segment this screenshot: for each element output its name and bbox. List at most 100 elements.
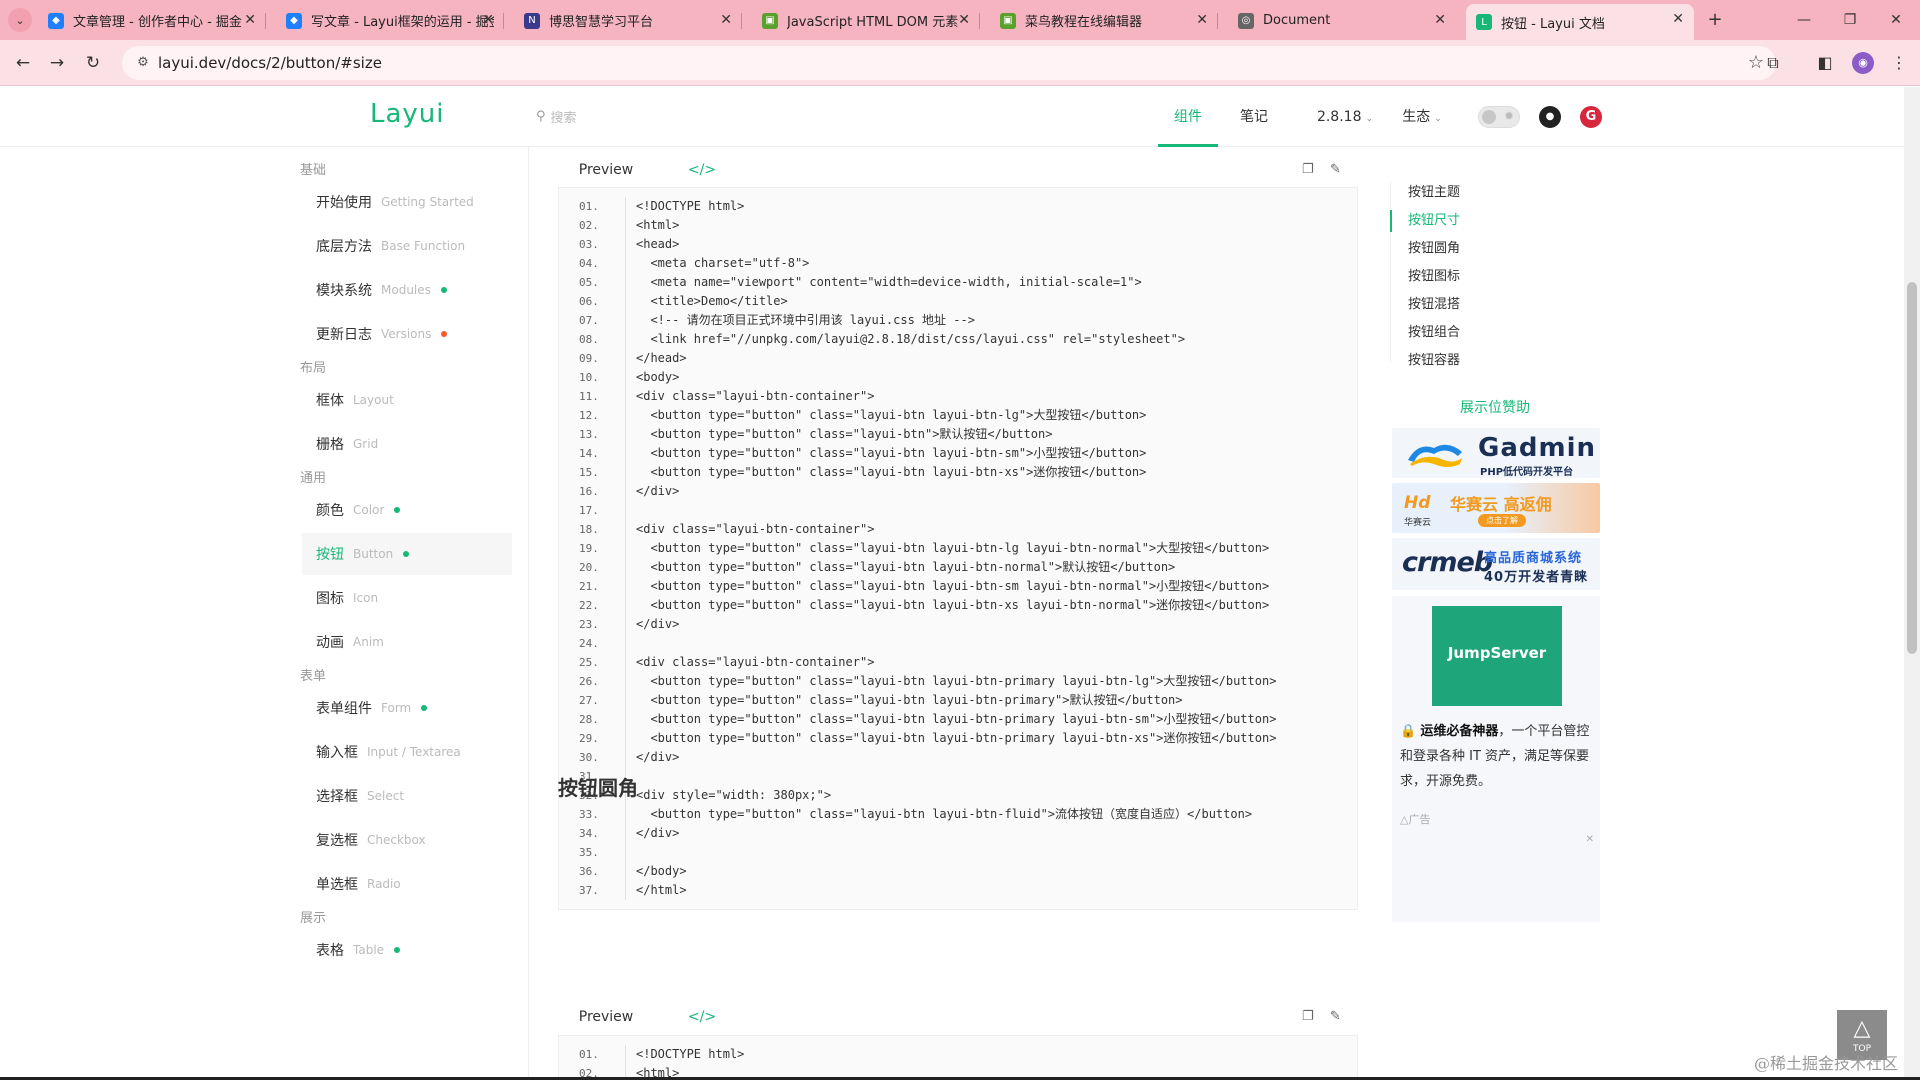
tab-preview[interactable]: Preview — [558, 150, 654, 190]
edit-icon[interactable]: ✎ — [1330, 1009, 1341, 1024]
edit-icon[interactable]: ✎ — [1330, 162, 1341, 177]
new-tab-button[interactable]: + — [1703, 8, 1727, 32]
profile-avatar[interactable]: ◉ — [1852, 52, 1874, 74]
sidebar-item-versions[interactable]: 更新日志 Versions — [302, 313, 512, 355]
search-placeholder[interactable]: 搜索 — [551, 107, 577, 126]
sponsor-title: 展示位赞助 — [1460, 400, 1530, 416]
line-separator — [625, 615, 626, 634]
close-window-button[interactable]: ✕ — [1884, 8, 1908, 32]
browser-tab[interactable]: N 博思智慧学习平台 ✕ — [514, 5, 742, 36]
reload-button[interactable]: ↻ — [80, 50, 106, 76]
site-info-icon[interactable]: ⚙ — [134, 54, 152, 72]
tab-search-button[interactable]: ⌄ — [8, 8, 32, 32]
nav-4[interactable]: 生态 ⌄ — [1396, 87, 1448, 147]
minimize-button[interactable]: — — [1792, 8, 1816, 32]
arrow-left-icon: ← — [15, 53, 31, 73]
nav-3[interactable]: 2.8.18 ⌄ — [1310, 87, 1380, 147]
tab-title: Document — [1263, 13, 1331, 28]
toc-item[interactable]: 按钮圆角 — [1390, 238, 1590, 260]
code-text: <div class="layui-btn-container"> — [636, 522, 875, 536]
theme-toggle[interactable]: ✹ — [1478, 106, 1520, 128]
side-panel-button[interactable]: ◧ — [1812, 50, 1838, 76]
code-block-2[interactable]: 01. <!DOCTYPE html> 02. <html> — [558, 1035, 1358, 1080]
close-icon[interactable]: ✕ — [244, 12, 256, 28]
ad-huasai[interactable]: Hd 华赛云 华赛云 高返佣 点击了解 — [1392, 483, 1600, 533]
sidebar-item-getting-started[interactable]: 开始使用 Getting Started — [302, 181, 512, 223]
back-button[interactable]: ← — [10, 50, 36, 76]
sidebar-item-icon[interactable]: 图标 Icon — [302, 577, 512, 619]
sidebar-item-button[interactable]: 按钮 Button — [302, 533, 512, 575]
copy-icon[interactable]: ❐ — [1302, 1009, 1314, 1024]
line-separator — [625, 368, 626, 387]
github-icon[interactable]: ● — [1539, 106, 1561, 128]
scrollbar-thumb[interactable] — [1907, 282, 1917, 654]
restore-button[interactable]: ❐ — [1838, 8, 1862, 32]
code-block-1[interactable]: 01. <!DOCTYPE html> 02. <html> 03. <head> 04. … — [558, 187, 1358, 910]
ad-crmeb[interactable]: crmeb 高品质商城系统 40万开发者青睐 — [1392, 538, 1600, 590]
sidebar-item-checkbox[interactable]: 复选框 Checkbox — [302, 819, 512, 861]
toc-item[interactable]: 按钮尺寸 — [1390, 210, 1590, 232]
forward-button[interactable]: → — [44, 50, 70, 76]
sidebar-item-table[interactable]: 表格 Table — [302, 929, 512, 971]
code-text: <button type="button" class="layui-btn">… — [636, 427, 1053, 441]
line-number: 11. — [579, 390, 599, 403]
nav-2[interactable]: 笔记 — [1234, 87, 1274, 147]
copy-icon[interactable]: ❐ — [1302, 162, 1314, 177]
code-text: <head> — [636, 237, 680, 251]
browser-tab[interactable]: ◆ 文章管理 - 创作者中心 - 掘金 ✕ — [38, 5, 266, 36]
browser-tab[interactable]: L 按钮 - Layui 文档 ✕ — [1466, 4, 1694, 40]
tab-code[interactable]: </> — [654, 150, 750, 190]
code-text: <link href="//unpkg.com/layui@2.8.18/dis… — [636, 332, 1186, 346]
search-box[interactable]: ⚲ 搜索 — [536, 107, 577, 126]
tab-title: 文章管理 - 创作者中心 - 掘金 — [73, 15, 242, 30]
ad-close-icon[interactable]: ✕ — [1586, 834, 1594, 845]
tab-preview[interactable]: Preview — [558, 997, 654, 1037]
close-icon[interactable]: ✕ — [1434, 12, 1446, 28]
sidebar-item-anim[interactable]: 动画 Anim — [302, 621, 512, 663]
jumpserver-desc: 🔒 运维必备神器，一个平台管控和登录各种 IT 资产，满足等保要求，开源免费。 — [1400, 719, 1596, 794]
ad-gadmin[interactable]: Gadmin PHP低代码开发平台 — [1392, 428, 1600, 478]
sidebar-item-modules[interactable]: 模块系统 Modules — [302, 269, 512, 311]
sidebar-item-grid[interactable]: 栅格 Grid — [302, 423, 512, 465]
scrollbar[interactable] — [1904, 87, 1920, 1080]
line-number: 27. — [579, 694, 599, 707]
code-line: 24. — [559, 634, 1357, 653]
close-icon[interactable]: ✕ — [958, 12, 970, 28]
line-separator — [625, 349, 626, 368]
toc-item[interactable]: 按钮组合 — [1390, 322, 1590, 344]
extensions-button[interactable]: ⧉ — [1760, 50, 1786, 76]
sidebar-item-layout[interactable]: 框体 Layout — [302, 379, 512, 421]
toc-item[interactable]: 按钮容器 — [1390, 350, 1590, 372]
sidebar-item-input-textarea[interactable]: 输入框 Input / Textarea — [302, 731, 512, 773]
browser-tab[interactable]: ◎ Document ✕ — [1228, 5, 1456, 36]
tab-title: 菜鸟教程在线编辑器 — [1025, 15, 1143, 30]
nav-1[interactable]: 组件 — [1158, 87, 1218, 147]
address-bar[interactable]: ⚙ layui.dev/docs/2/button/#size ☆ — [122, 46, 1776, 80]
line-separator — [625, 539, 626, 558]
gitee-icon[interactable]: G — [1580, 106, 1602, 128]
sidebar-item-form[interactable]: 表单组件 Form — [302, 687, 512, 729]
browser-tab[interactable]: ◆ 写文章 - Layui框架的运用 - 掘金 ✕ — [276, 5, 504, 36]
ad-jumpserver[interactable]: JumpServer 🔒 运维必备神器，一个平台管控和登录各种 IT 资产，满足… — [1392, 596, 1600, 922]
sidebar-item-radio[interactable]: 单选框 Radio — [302, 863, 512, 905]
url-text[interactable]: layui.dev/docs/2/button/#size — [158, 54, 382, 72]
toc-item[interactable]: 按钮主题 — [1390, 182, 1590, 204]
line-separator — [625, 444, 626, 463]
browser-tab[interactable]: ▣ JavaScript HTML DOM 元素 ✕ — [752, 5, 980, 36]
sidebar-item-base-function[interactable]: 底层方法 Base Function — [302, 225, 512, 267]
sidebar-item-select[interactable]: 选择框 Select — [302, 775, 512, 817]
huasai-button[interactable]: 点击了解 — [1478, 514, 1526, 527]
line-number: 25. — [579, 656, 599, 669]
close-icon[interactable]: ✕ — [1672, 11, 1684, 27]
toc-item[interactable]: 按钮混搭 — [1390, 294, 1590, 316]
code-text: <div class="layui-btn-container"> — [636, 389, 875, 403]
close-icon[interactable]: ✕ — [1196, 12, 1208, 28]
tab-code[interactable]: </> — [654, 997, 750, 1037]
close-icon[interactable]: ✕ — [720, 12, 732, 28]
toc-item[interactable]: 按钮图标 — [1390, 266, 1590, 288]
browser-menu-button[interactable]: ⋮ — [1886, 50, 1912, 76]
sidebar-item-color[interactable]: 颜色 Color — [302, 489, 512, 531]
browser-tab[interactable]: ▣ 菜鸟教程在线编辑器 ✕ — [990, 5, 1218, 36]
site-logo[interactable]: Layui — [370, 99, 445, 129]
close-icon[interactable]: ✕ — [482, 12, 494, 28]
